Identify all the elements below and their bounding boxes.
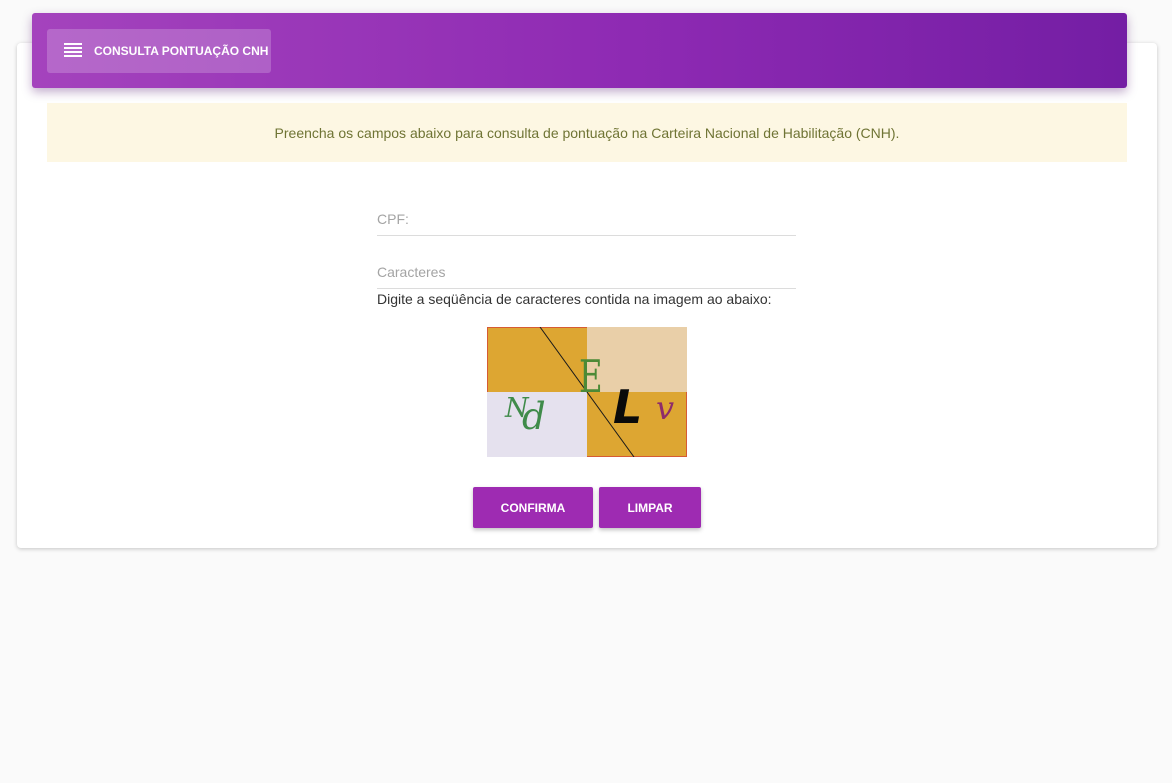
- captcha-image: N d E L v: [487, 327, 687, 457]
- hamburger-menu-icon[interactable]: [64, 43, 84, 59]
- notice-text: Preencha os campos abaixo para consulta …: [274, 124, 900, 141]
- confirm-button[interactable]: CONFIRMA: [473, 487, 593, 528]
- page-title: CONSULTA PONTUAÇÃO CNH: [94, 44, 269, 58]
- characters-field: [377, 258, 796, 289]
- captcha-tile: [487, 327, 587, 392]
- captcha-hint: Digite a seqüência de caracteres contida…: [377, 291, 772, 307]
- info-notice: Preencha os campos abaixo para consulta …: [47, 103, 1127, 162]
- captcha-glyph: d: [522, 395, 546, 438]
- menu-button[interactable]: CONSULTA PONTUAÇÃO CNH: [47, 29, 271, 73]
- captcha-glyph: v: [656, 389, 674, 427]
- captcha-input[interactable]: [377, 258, 796, 286]
- cpf-input[interactable]: [377, 205, 796, 233]
- clear-button[interactable]: LIMPAR: [599, 487, 701, 528]
- captcha-glyph: L: [613, 380, 642, 434]
- cpf-field: [377, 205, 796, 236]
- captcha-glyph: E: [579, 352, 603, 404]
- app-header: CONSULTA PONTUAÇÃO CNH: [32, 13, 1127, 88]
